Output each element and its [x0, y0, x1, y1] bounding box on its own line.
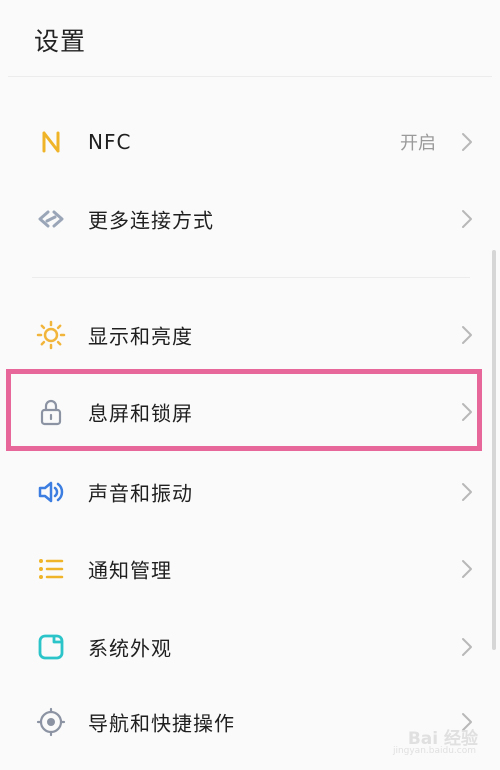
chevron-right-icon [460, 558, 474, 580]
settings-item-label: 系统外观 [88, 636, 172, 661]
section-divider [32, 277, 470, 278]
scrollbar[interactable] [492, 250, 496, 650]
settings-item-label: 通知管理 [88, 558, 172, 583]
nfc-icon [36, 127, 66, 157]
settings-item-label: 显示和亮度 [88, 324, 193, 349]
settings-item-label: 更多连接方式 [88, 208, 214, 233]
settings-item-label: NFC [88, 130, 132, 154]
watermark-subtext: jingyan.baidu.com [392, 746, 476, 756]
settings-item-nfc[interactable]: NFC 开启 [0, 107, 500, 177]
settings-item-display-brightness[interactable]: 显示和亮度 [0, 300, 500, 370]
settings-item-notifications[interactable]: 通知管理 [0, 534, 500, 604]
settings-item-label: 导航和快捷操作 [88, 711, 235, 736]
settings-item-value: 开启 [400, 133, 436, 154]
notification-list-icon [36, 554, 66, 584]
header: 设置 [0, 0, 500, 76]
link-icon [36, 204, 66, 234]
brightness-icon [36, 320, 66, 350]
settings-item-system-appearance[interactable]: 系统外观 [0, 612, 500, 682]
settings-item-label: 息屏和锁屏 [88, 401, 193, 426]
settings-item-more-connections[interactable]: 更多连接方式 [0, 184, 500, 254]
appearance-icon [36, 632, 66, 662]
settings-screen: 设置 NFC 开启 更多连接方式 显示和亮度 息屏和锁屏 声音和振动 通知管理 … [0, 0, 500, 770]
speaker-icon [36, 477, 66, 507]
chevron-right-icon [460, 401, 474, 423]
navigation-icon [36, 707, 66, 737]
lock-icon [36, 397, 66, 427]
chevron-right-icon [460, 131, 474, 153]
chevron-right-icon [460, 324, 474, 346]
page-title: 设置 [34, 27, 87, 56]
chevron-right-icon [460, 481, 474, 503]
settings-item-label: 声音和振动 [88, 481, 193, 506]
settings-item-sound-vibration[interactable]: 声音和振动 [0, 457, 500, 527]
chevron-right-icon [460, 636, 474, 658]
watermark: Bai 经验 jingyan.baidu.com [368, 722, 478, 762]
settings-item-screen-lock[interactable]: 息屏和锁屏 [0, 377, 500, 447]
chevron-right-icon [460, 208, 474, 230]
header-divider [8, 76, 492, 77]
